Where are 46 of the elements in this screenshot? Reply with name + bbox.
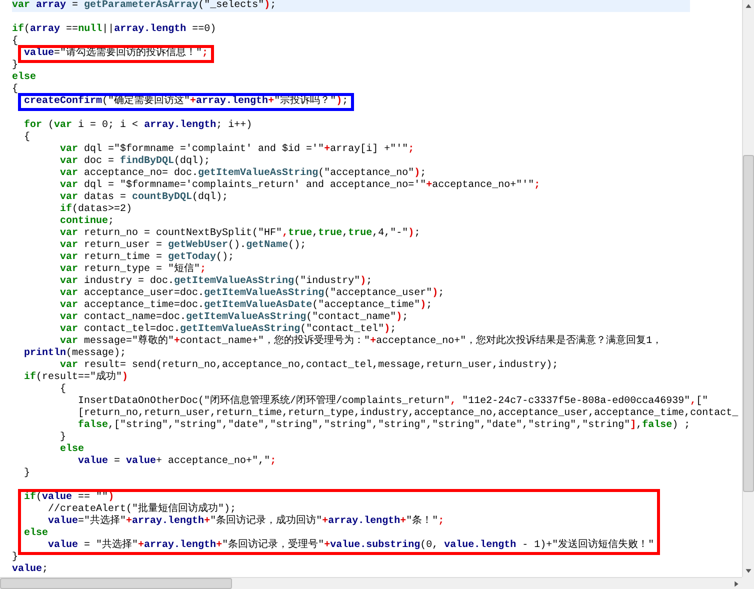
code-line: var contact_name=doc.getItemValueAsString("contact_name");: [59, 312, 408, 324]
code-line: value = value+ acceptance_no+",";: [77, 456, 276, 468]
code-line: {: [12, 84, 20, 96]
code-line: var acceptance_no= doc.getItemValueAsString("acceptance_no");: [59, 168, 426, 180]
code-line: if(result=="成功"): [23, 372, 128, 384]
code-line: var return_time = getToday();: [59, 252, 234, 263]
horizontal-scrollbar[interactable]: [0, 577, 742, 589]
code-line: {: [12, 36, 20, 48]
code-line: var return_user = getWebUser().getName();: [59, 240, 306, 252]
code-line: var industry = doc.getItemValueAsString("industry");: [59, 276, 372, 288]
code-line: var acceptance_time=doc.getItemValueAsDate("acceptance_time");: [59, 300, 432, 312]
code-line: }: [12, 60, 20, 72]
code-line: InsertDataOnOtherDoc("闭环信息管理系统/闭环管理/complaints_return", "11e2-24c7-c3337f5e-808a-ed00cca46939",[": [77, 396, 708, 408]
code-line: var dql ="$formname ='complaint' and $id ='"+array[i] +"'";: [59, 144, 414, 156]
vertical-scrollbar[interactable]: [742, 0, 754, 577]
code-line: var dql = "$formname='complaints_return' and acceptance_no='"+acceptance_no+"'";: [59, 180, 540, 192]
code-line: if(value == ""): [24, 492, 114, 504]
code-line: var return_type = "短信";: [59, 264, 206, 276]
code-line: var acceptance_user=doc.getItemValueAsString("acceptance_user");: [59, 288, 444, 300]
code-line: var return_no = countNextBySplit("HF",true,true,true,4,"-");: [59, 228, 420, 240]
code-line: value;: [12, 564, 48, 576]
code-line: }: [23, 468, 30, 480]
code-line: var contact_tel=doc.getItemValueAsString("contact_tel");: [59, 324, 396, 335]
code-line: {: [59, 384, 66, 396]
code-line: value = "共选择"+array.length+"条回访记录，受理号"+value.substring(0, value.length - 1)+"发送回访短信失败！": [47, 540, 654, 552]
code-line: var doc = findByDQL(dql);: [59, 156, 210, 168]
code-line: value="共选择"+array.length+"条回访记录，成功回访"+array.length+"条！";: [48, 516, 444, 528]
code-line: {: [23, 132, 30, 144]
code-line: //createAlert("批量短信回访成功");: [47, 504, 236, 515]
code-line: false,["string","string","date","string","string","string","string","date","string","string"],false) ;: [77, 420, 690, 432]
code-line: var datas = countByDQL(dql);: [59, 192, 228, 204]
code-line: else: [12, 72, 36, 84]
code-line: }: [12, 552, 20, 564]
code-line: else: [59, 444, 84, 456]
code-line: else: [24, 528, 48, 540]
scroll-thumb[interactable]: [743, 155, 754, 492]
code-line: [return_no,return_user,return_time,return_type,industry,acceptance_no,acceptance_user,acceptance_time,contact_: [77, 408, 738, 420]
code-line: continue;: [59, 216, 114, 228]
code-line: var message="尊敬的"+contact_name+"，您的投诉受理号为："+acceptance_no+"，您对此次投诉结果是否满意？满意回复1，: [59, 336, 662, 348]
code-line: println(message);: [23, 348, 126, 360]
code-line: for (var i = 0; i < array.length; i++): [23, 120, 252, 132]
code-line: if(array ==null||array.length ==0): [12, 24, 216, 36]
code-line: var result= send(return_no,acceptance_no,contact_tel,message,return_user,industry);: [59, 360, 558, 371]
code-line: }: [59, 432, 66, 444]
scroll-thumb[interactable]: [0, 578, 232, 589]
code-line: if(datas>=2): [59, 204, 132, 216]
